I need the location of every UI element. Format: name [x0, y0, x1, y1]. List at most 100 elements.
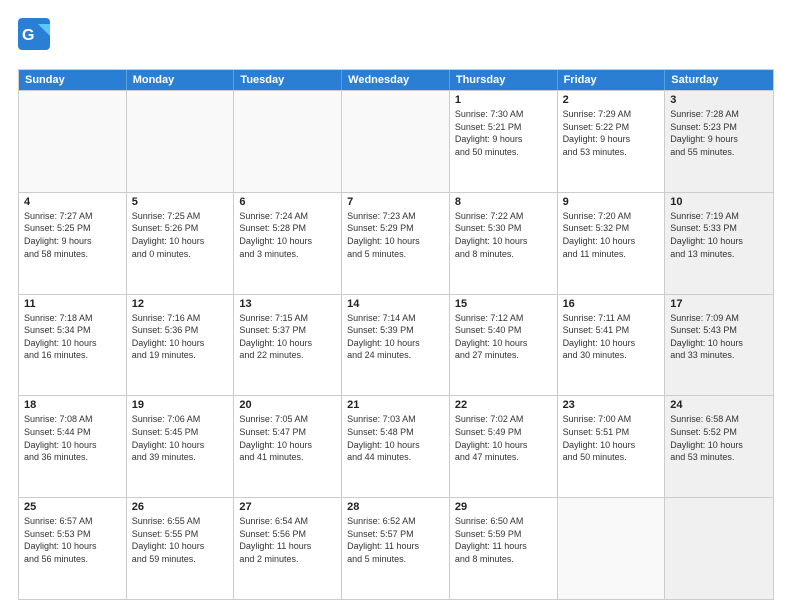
day-number: 15: [455, 298, 552, 310]
empty-cell: [558, 498, 666, 599]
day-info: Sunrise: 7:06 AM Sunset: 5:45 PM Dayligh…: [132, 413, 229, 463]
day-23: 23 Sunrise: 7:00 AM Sunset: 5:51 PM Dayli…: [558, 396, 666, 497]
header-day-wednesday: Wednesday: [342, 70, 450, 90]
empty-cell: [127, 91, 235, 192]
day-info: Sunrise: 6:54 AM Sunset: 5:56 PM Dayligh…: [239, 515, 336, 565]
day-number: 25: [24, 501, 121, 513]
day-18: 18Sunrise: 7:08 AM Sunset: 5:44 PM Dayli…: [19, 396, 127, 497]
day-number: 28: [347, 501, 444, 513]
day-9: 9 Sunrise: 7:20 AM Sunset: 5:32 PM Daylig…: [558, 193, 666, 294]
day-14: 14 Sunrise: 7:14 AM Sunset: 5:39 PM Dayli…: [342, 295, 450, 396]
day-info: Sunrise: 7:24 AM Sunset: 5:28 PM Dayligh…: [239, 210, 336, 260]
day-number: 24: [670, 399, 768, 411]
day-number: 9: [563, 196, 660, 208]
day-info: Sunrise: 7:09 AM Sunset: 5:43 PM Dayligh…: [670, 312, 768, 362]
empty-cell: [19, 91, 127, 192]
day-6: 6 Sunrise: 7:24 AM Sunset: 5:28 PM Daylig…: [234, 193, 342, 294]
empty-cell: [234, 91, 342, 192]
day-2: 2 Sunrise: 7:29 AM Sunset: 5:22 PM Daylig…: [558, 91, 666, 192]
day-number: 26: [132, 501, 229, 513]
day-19: 19 Sunrise: 7:06 AM Sunset: 5:45 PM Dayli…: [127, 396, 235, 497]
day-26: 26 Sunrise: 6:55 AM Sunset: 5:55 PM Dayli…: [127, 498, 235, 599]
day-number: 18: [24, 399, 121, 411]
calendar-row-0: 1 Sunrise: 7:30 AM Sunset: 5:21 PM Daylig…: [19, 90, 773, 192]
header-day-tuesday: Tuesday: [234, 70, 342, 90]
day-number: 22: [455, 399, 552, 411]
day-10: 10Sunrise: 7:19 AM Sunset: 5:33 PM Dayli…: [665, 193, 773, 294]
day-number: 14: [347, 298, 444, 310]
day-27: 27 Sunrise: 6:54 AM Sunset: 5:56 PM Dayli…: [234, 498, 342, 599]
day-29: 29Sunrise: 6:50 AM Sunset: 5:59 PM Dayli…: [450, 498, 558, 599]
day-number: 17: [670, 298, 768, 310]
day-number: 4: [24, 196, 121, 208]
day-info: Sunrise: 7:02 AM Sunset: 5:49 PM Dayligh…: [455, 413, 552, 463]
day-number: 27: [239, 501, 336, 513]
day-number: 2: [563, 94, 660, 106]
day-info: Sunrise: 7:27 AM Sunset: 5:25 PM Dayligh…: [24, 210, 121, 260]
day-number: 6: [239, 196, 336, 208]
day-number: 11: [24, 298, 121, 310]
page: G SundayMondayTuesdayWednesdayThursdayFr…: [0, 0, 792, 612]
day-5: 5 Sunrise: 7:25 AM Sunset: 5:26 PM Daylig…: [127, 193, 235, 294]
calendar-body: 1 Sunrise: 7:30 AM Sunset: 5:21 PM Daylig…: [19, 90, 773, 599]
day-24: 24 Sunrise: 6:58 AM Sunset: 5:52 PM Dayli…: [665, 396, 773, 497]
day-1: 1 Sunrise: 7:30 AM Sunset: 5:21 PM Daylig…: [450, 91, 558, 192]
day-info: Sunrise: 7:23 AM Sunset: 5:29 PM Dayligh…: [347, 210, 444, 260]
day-number: 10: [670, 196, 768, 208]
day-number: 3: [670, 94, 768, 106]
day-number: 1: [455, 94, 552, 106]
day-11: 11 Sunrise: 7:18 AM Sunset: 5:34 PM Dayli…: [19, 295, 127, 396]
day-15: 15 Sunrise: 7:12 AM Sunset: 5:40 PM Dayli…: [450, 295, 558, 396]
day-info: Sunrise: 7:00 AM Sunset: 5:51 PM Dayligh…: [563, 413, 660, 463]
day-info: Sunrise: 6:52 AM Sunset: 5:57 PM Dayligh…: [347, 515, 444, 565]
calendar-header: SundayMondayTuesdayWednesdayThursdayFrid…: [19, 70, 773, 90]
calendar-row-3: 18Sunrise: 7:08 AM Sunset: 5:44 PM Dayli…: [19, 395, 773, 497]
day-info: Sunrise: 7:18 AM Sunset: 5:34 PM Dayligh…: [24, 312, 121, 362]
day-16: 16Sunrise: 7:11 AM Sunset: 5:41 PM Dayli…: [558, 295, 666, 396]
empty-cell: [342, 91, 450, 192]
day-20: 20 Sunrise: 7:05 AM Sunset: 5:47 PM Dayli…: [234, 396, 342, 497]
day-4: 4 Sunrise: 7:27 AM Sunset: 5:25 PM Daylig…: [19, 193, 127, 294]
day-number: 19: [132, 399, 229, 411]
day-number: 5: [132, 196, 229, 208]
day-3: 3 Sunrise: 7:28 AM Sunset: 5:23 PM Daylig…: [665, 91, 773, 192]
calendar-row-1: 4 Sunrise: 7:27 AM Sunset: 5:25 PM Daylig…: [19, 192, 773, 294]
header-day-sunday: Sunday: [19, 70, 127, 90]
day-17: 17 Sunrise: 7:09 AM Sunset: 5:43 PM Dayli…: [665, 295, 773, 396]
day-number: 23: [563, 399, 660, 411]
calendar: SundayMondayTuesdayWednesdayThursdayFrid…: [18, 69, 774, 600]
day-info: Sunrise: 7:12 AM Sunset: 5:40 PM Dayligh…: [455, 312, 552, 362]
day-info: Sunrise: 7:29 AM Sunset: 5:22 PM Dayligh…: [563, 108, 660, 158]
day-info: Sunrise: 7:15 AM Sunset: 5:37 PM Dayligh…: [239, 312, 336, 362]
day-info: Sunrise: 7:16 AM Sunset: 5:36 PM Dayligh…: [132, 312, 229, 362]
day-info: Sunrise: 7:05 AM Sunset: 5:47 PM Dayligh…: [239, 413, 336, 463]
header-day-friday: Friday: [558, 70, 666, 90]
header: G: [18, 18, 774, 59]
day-info: Sunrise: 7:14 AM Sunset: 5:39 PM Dayligh…: [347, 312, 444, 362]
day-number: 7: [347, 196, 444, 208]
day-21: 21Sunrise: 7:03 AM Sunset: 5:48 PM Dayli…: [342, 396, 450, 497]
day-info: Sunrise: 6:58 AM Sunset: 5:52 PM Dayligh…: [670, 413, 768, 463]
day-info: Sunrise: 7:11 AM Sunset: 5:41 PM Dayligh…: [563, 312, 660, 362]
header-day-thursday: Thursday: [450, 70, 558, 90]
day-number: 8: [455, 196, 552, 208]
day-info: Sunrise: 7:03 AM Sunset: 5:48 PM Dayligh…: [347, 413, 444, 463]
calendar-row-4: 25Sunrise: 6:57 AM Sunset: 5:53 PM Dayli…: [19, 497, 773, 599]
day-28: 28 Sunrise: 6:52 AM Sunset: 5:57 PM Dayli…: [342, 498, 450, 599]
day-number: 13: [239, 298, 336, 310]
day-8: 8Sunrise: 7:22 AM Sunset: 5:30 PM Daylig…: [450, 193, 558, 294]
day-info: Sunrise: 7:25 AM Sunset: 5:26 PM Dayligh…: [132, 210, 229, 260]
day-info: Sunrise: 7:30 AM Sunset: 5:21 PM Dayligh…: [455, 108, 552, 158]
header-day-saturday: Saturday: [665, 70, 773, 90]
empty-cell: [665, 498, 773, 599]
day-info: Sunrise: 7:28 AM Sunset: 5:23 PM Dayligh…: [670, 108, 768, 158]
day-info: Sunrise: 6:55 AM Sunset: 5:55 PM Dayligh…: [132, 515, 229, 565]
day-22: 22 Sunrise: 7:02 AM Sunset: 5:49 PM Dayli…: [450, 396, 558, 497]
logo-icon: G: [18, 18, 50, 54]
day-7: 7 Sunrise: 7:23 AM Sunset: 5:29 PM Daylig…: [342, 193, 450, 294]
header-day-monday: Monday: [127, 70, 235, 90]
day-number: 20: [239, 399, 336, 411]
svg-text:G: G: [22, 27, 34, 44]
logo: G: [18, 18, 54, 59]
day-info: Sunrise: 7:20 AM Sunset: 5:32 PM Dayligh…: [563, 210, 660, 260]
